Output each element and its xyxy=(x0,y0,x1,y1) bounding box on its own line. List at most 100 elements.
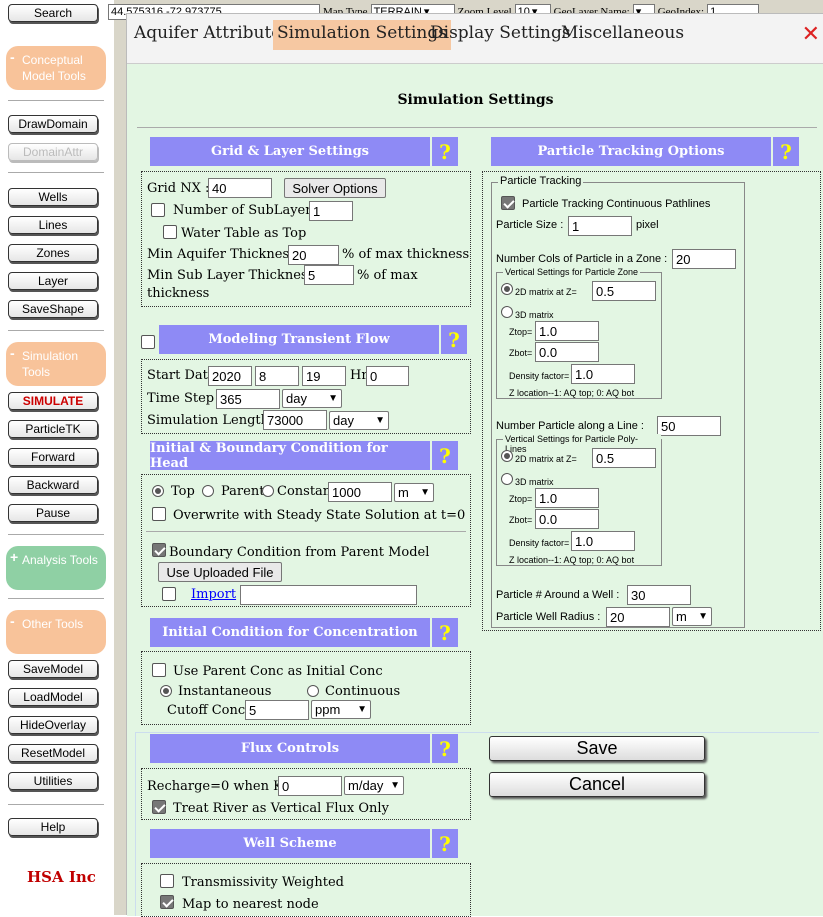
polyline-z-input[interactable] xyxy=(592,448,656,468)
start-hour-input[interactable] xyxy=(366,366,409,386)
particle-size-input[interactable] xyxy=(568,216,632,236)
zone-ztop-input[interactable] xyxy=(535,321,599,341)
cutoff-unit-select[interactable]: ppm ▼ xyxy=(311,700,371,719)
pause-button[interactable]: Pause xyxy=(8,504,98,522)
tab-simulation-settings[interactable]: Simulation Settings xyxy=(273,20,451,50)
recharge-unit-select[interactable]: m/day ▼ xyxy=(344,776,404,795)
use-parent-conc-label: Use Parent Conc as Initial Conc xyxy=(173,664,383,679)
polyline-zbot-input[interactable] xyxy=(535,509,599,529)
head-constant-input[interactable] xyxy=(328,482,392,502)
polyline-zloc-note: Z location--1: AQ top; 0: AQ bot xyxy=(509,555,635,565)
continuous-radio[interactable] xyxy=(307,685,319,697)
transmissivity-checkbox[interactable] xyxy=(160,874,174,888)
import-checkbox[interactable] xyxy=(162,587,176,601)
polyline-ztop-input[interactable] xyxy=(535,488,599,508)
overwrite-checkbox[interactable] xyxy=(152,507,166,521)
tab-miscellaneous[interactable]: Miscellaneous xyxy=(557,20,688,50)
particle-cols-input[interactable] xyxy=(672,249,736,269)
zone-2d-radio[interactable] xyxy=(501,283,513,295)
other-tools-group[interactable]: - Other Tools xyxy=(6,610,106,654)
hideoverlay-button[interactable]: HideOverlay xyxy=(8,716,98,734)
head-help-icon[interactable]: ? xyxy=(430,441,458,470)
cancel-button[interactable]: Cancel xyxy=(489,772,705,797)
nearest-node-checkbox[interactable] xyxy=(160,895,174,909)
continuous-pathlines-checkbox[interactable] xyxy=(501,196,515,210)
head-parent-radio[interactable] xyxy=(202,485,214,497)
drawdomain-button[interactable]: DrawDomain xyxy=(8,115,98,133)
sim-length-unit-select[interactable]: day ▼ xyxy=(329,411,389,430)
grid-nx-input[interactable] xyxy=(208,178,272,198)
polyline-density-input[interactable] xyxy=(571,531,635,551)
transient-checkbox[interactable] xyxy=(141,335,155,349)
sublayers-input[interactable] xyxy=(309,201,353,221)
start-month-input[interactable] xyxy=(255,366,299,386)
river-flux-checkbox[interactable] xyxy=(152,800,166,814)
min-aquifer-input[interactable] xyxy=(288,245,339,265)
search-button[interactable]: Search xyxy=(8,4,98,22)
time-step-unit-select[interactable]: day ▼ xyxy=(282,389,342,408)
wells-button[interactable]: Wells xyxy=(8,188,98,206)
utilities-button[interactable]: Utilities xyxy=(8,772,98,790)
conceptual-tools-group[interactable]: - Conceptual Model Tools xyxy=(6,46,106,90)
zone-density-input[interactable] xyxy=(571,364,635,384)
zone-z-input[interactable] xyxy=(592,281,656,301)
import-link[interactable]: Import xyxy=(191,587,236,602)
conc-help-icon[interactable]: ? xyxy=(430,618,458,647)
save-button[interactable]: Save xyxy=(489,736,705,761)
forward-button[interactable]: Forward xyxy=(8,448,98,466)
head-top-radio[interactable] xyxy=(152,485,164,497)
continuous-pathlines-label: Particle Tracking Continuous Pathlines xyxy=(522,198,711,210)
grid-help-icon[interactable]: ? xyxy=(430,137,458,166)
help-button[interactable]: Help xyxy=(8,818,98,836)
head-unit-select[interactable]: m ▼ xyxy=(394,483,434,502)
backward-button[interactable]: Backward xyxy=(8,476,98,494)
resetmodel-button[interactable]: ResetModel xyxy=(8,744,98,762)
particle-help-icon[interactable]: ? xyxy=(771,137,799,166)
tab-aquifer-attributes[interactable]: Aquifer Attributes xyxy=(130,20,294,50)
lines-button[interactable]: Lines xyxy=(8,216,98,234)
use-parent-conc-checkbox[interactable] xyxy=(152,663,166,677)
well-scheme-help-icon[interactable]: ? xyxy=(430,829,458,858)
loadmodel-button[interactable]: LoadModel xyxy=(8,688,98,706)
domainattr-button[interactable]: DomainAttr xyxy=(8,143,98,161)
time-step-input[interactable] xyxy=(216,389,280,409)
polyline-3d-radio[interactable] xyxy=(501,473,513,485)
well-scheme-section: Transmissivity Weighted Map to nearest n… xyxy=(141,863,471,917)
tab-display-settings[interactable]: Display Settings xyxy=(426,20,575,50)
polyline-2d-radio[interactable] xyxy=(501,450,513,462)
particle-well-input[interactable] xyxy=(627,585,691,605)
water-table-checkbox[interactable] xyxy=(163,225,177,239)
start-day-input[interactable] xyxy=(302,366,346,386)
divider xyxy=(8,804,104,805)
continuous-label: Continuous xyxy=(325,684,401,699)
recharge-input[interactable] xyxy=(278,776,342,796)
simulate-button[interactable]: SIMULATE xyxy=(8,392,98,410)
layer-button[interactable]: Layer xyxy=(8,272,98,290)
bc-parent-checkbox[interactable] xyxy=(152,543,166,557)
use-uploaded-file-button[interactable]: Use Uploaded File xyxy=(158,562,282,582)
sidebar: Search - Conceptual Model Tools DrawDomai… xyxy=(0,0,108,915)
flux-help-icon[interactable]: ? xyxy=(430,734,458,763)
analysis-tools-group[interactable]: + Analysis Tools xyxy=(6,546,106,590)
zone-zbot-input[interactable] xyxy=(535,342,599,362)
zone-3d-radio[interactable] xyxy=(501,306,513,318)
particletk-button[interactable]: ParticleTK xyxy=(8,420,98,438)
cutoff-input[interactable] xyxy=(245,700,309,720)
solver-options-button[interactable]: Solver Options xyxy=(284,178,386,198)
particle-radius-unit-select[interactable]: m ▼ xyxy=(672,607,712,626)
savemodel-button[interactable]: SaveModel xyxy=(8,660,98,678)
head-constant-radio[interactable] xyxy=(262,485,274,497)
sim-length-input[interactable] xyxy=(263,410,327,430)
particle-radius-input[interactable] xyxy=(606,607,670,627)
start-year-input[interactable] xyxy=(208,366,252,386)
simulation-tools-group[interactable]: - Simulation Tools xyxy=(6,342,106,386)
zones-button[interactable]: Zones xyxy=(8,244,98,262)
min-sublayer-input[interactable] xyxy=(304,265,354,285)
import-file-input[interactable] xyxy=(240,585,417,605)
instantaneous-radio[interactable] xyxy=(160,685,172,697)
particle-line-input[interactable] xyxy=(657,416,721,436)
saveshape-button[interactable]: SaveShape xyxy=(8,300,98,318)
close-icon[interactable]: ✕ xyxy=(802,22,820,47)
transient-help-icon[interactable]: ? xyxy=(439,325,467,354)
sublayers-checkbox[interactable] xyxy=(151,203,165,217)
